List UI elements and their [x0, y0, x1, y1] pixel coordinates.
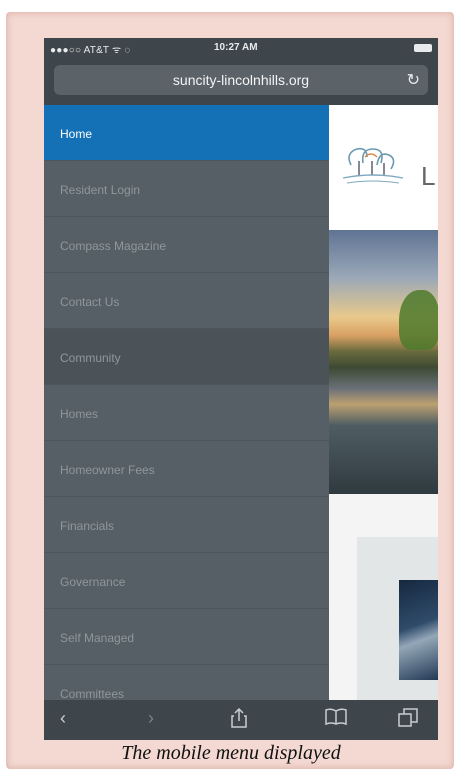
menu-item-self-managed[interactable]: Self Managed	[44, 609, 329, 665]
address-bar: suncity-lincolnhills.org ↻	[44, 58, 438, 105]
menu-item-homeowner-fees[interactable]: Homeowner Fees	[44, 441, 329, 497]
forward-icon[interactable]: ›	[148, 708, 154, 729]
browser-toolbar: ‹ ›	[44, 700, 438, 740]
bookmarks-icon[interactable]	[325, 708, 347, 731]
menu-item-label: Committees	[60, 687, 125, 700]
menu-item-label: Home	[60, 127, 93, 141]
menu-item-label: Community	[60, 351, 121, 365]
menu-item-label: Compass Magazine	[60, 239, 167, 253]
page-content: L	[329, 105, 438, 700]
url-text: suncity-lincolnhills.org	[172, 72, 310, 88]
menu-item-contact-us[interactable]: Contact Us	[44, 273, 329, 329]
url-field[interactable]: suncity-lincolnhills.org ↻	[54, 65, 428, 95]
phone-screen: ●●●○○ AT&T ᯤ ◌ 10:27 AM suncity-lincolnh…	[44, 38, 438, 740]
menu-item-label: Contact Us	[60, 295, 120, 309]
image-caption: The mobile menu displayed	[121, 742, 341, 764]
share-icon[interactable]	[230, 707, 248, 733]
carrier-signal: ●●●○○ AT&T ᯤ ◌	[50, 45, 131, 56]
tree-shape	[399, 290, 438, 350]
menu-item-compass-magazine[interactable]: Compass Magazine	[44, 217, 329, 273]
battery-icon	[414, 44, 432, 52]
menu-item-label: Financials	[60, 519, 115, 533]
trees-logo-icon: L	[342, 147, 435, 191]
hero-lake-photo	[329, 230, 438, 494]
menu-item-homes[interactable]: Homes	[44, 385, 329, 441]
reload-icon[interactable]: ↻	[407, 70, 420, 90]
site-logo-area[interactable]: L	[329, 105, 438, 230]
status-time: 10:27 AM	[214, 42, 258, 53]
menu-item-community[interactable]: Community	[44, 329, 329, 385]
menu-item-resident-login[interactable]: Resident Login	[44, 161, 329, 217]
menu-item-label: Governance	[60, 575, 126, 589]
menu-item-label: Resident Login	[60, 183, 141, 197]
status-bar: ●●●○○ AT&T ᯤ ◌ 10:27 AM	[44, 38, 438, 58]
menu-item-governance[interactable]: Governance	[44, 553, 329, 609]
tabs-icon[interactable]	[398, 708, 418, 733]
menu-item-label: Homes	[60, 407, 99, 421]
logo-text: L	[421, 161, 435, 191]
mobile-menu: Home Resident Login Compass Magazine Con…	[44, 105, 329, 700]
menu-item-label: Self Managed	[60, 631, 135, 645]
back-icon[interactable]: ‹	[60, 708, 66, 729]
menu-item-committees[interactable]: Committees	[44, 665, 329, 700]
menu-item-financials[interactable]: Financials	[44, 497, 329, 553]
card-thumbnail[interactable]	[399, 580, 438, 680]
menu-item-label: Homeowner Fees	[60, 463, 155, 477]
menu-item-home[interactable]: Home	[44, 105, 329, 161]
